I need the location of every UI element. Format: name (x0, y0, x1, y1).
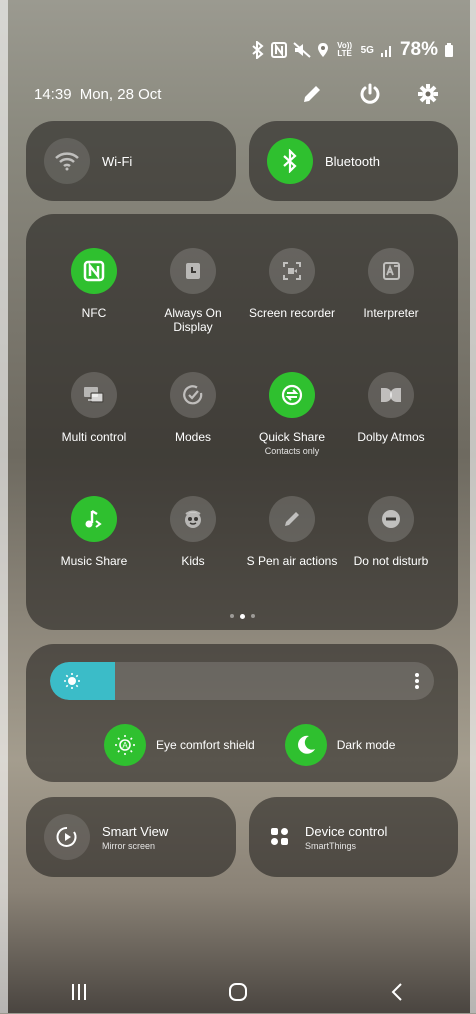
tile-label: Do not disturb (353, 554, 429, 568)
smart-view-text: Smart View Mirror screen (90, 824, 168, 851)
back-button[interactable] (377, 977, 417, 1007)
tile-dolby-atmos[interactable]: Dolby Atmos (341, 372, 441, 444)
moon-icon (284, 724, 327, 766)
tile-label: Interpreter (363, 306, 419, 320)
page-indicator[interactable] (26, 613, 458, 619)
tile-label: Quick Share (258, 430, 326, 444)
device-control-sublabel: SmartThings (305, 840, 357, 851)
display-toggles: A Eye comfort shield Dark mode (104, 724, 395, 766)
wifi-label: Wi-Fi (102, 153, 133, 169)
nfc-icon (71, 248, 117, 294)
tile-label: Modes (174, 430, 212, 444)
tile-screen-recorder[interactable]: Screen recorder (242, 248, 342, 320)
page-dot (229, 614, 234, 618)
screen-edge-right (470, 0, 476, 1013)
more-options-icon[interactable] (414, 671, 420, 691)
network-5g-icon: 5G (360, 44, 374, 56)
tile-s-pen-air-actions[interactable]: S Pen air actions (242, 496, 342, 568)
dolby-icon (368, 372, 414, 418)
tile-label: Music Share (60, 554, 128, 568)
battery-icon (444, 42, 454, 58)
tile-label: Dolby Atmos (357, 430, 425, 444)
quick-settings-grid: NFC Always On Display Screen recorder In… (26, 214, 458, 630)
interpreter-icon (368, 248, 414, 294)
tile-always-on-display[interactable]: Always On Display (143, 248, 243, 334)
quick-panel: Vo)) LTE 5G 78% 14:39 Mon, 28 Oct Wi-Fi … (0, 0, 476, 1013)
smart-view-label: Smart View (102, 823, 169, 839)
do-not-disturb-icon (368, 496, 414, 542)
brightness-level (50, 662, 116, 700)
page-dot-active (239, 613, 245, 619)
quick-share-icon (269, 372, 315, 418)
tile-modes[interactable]: Modes (143, 372, 243, 444)
tile-multi-control[interactable]: Multi control (44, 372, 144, 444)
kids-icon (170, 496, 216, 542)
toggle-label: Eye comfort shield (156, 738, 255, 752)
tile-music-share[interactable]: Music Share (44, 496, 144, 568)
tile-label: NFC (81, 306, 107, 320)
tile-label: Multi control (61, 430, 127, 444)
screen-recorder-icon (269, 248, 315, 294)
tile-do-not-disturb[interactable]: Do not disturb (341, 496, 441, 568)
nfc-icon (270, 42, 287, 58)
header-actions (300, 82, 440, 106)
page-dot (250, 614, 255, 618)
clock-icon (170, 248, 216, 294)
volte-icon: Vo)) LTE (337, 41, 353, 58)
power-icon[interactable] (358, 82, 382, 106)
tile-nfc[interactable]: NFC (44, 248, 144, 320)
smart-view-sublabel: Mirror screen (102, 840, 156, 851)
mute-icon (292, 42, 311, 58)
settings-icon[interactable] (416, 82, 440, 106)
device-control-icon (267, 814, 293, 860)
device-control-label: Device control (305, 823, 388, 839)
bluetooth-icon (251, 41, 265, 59)
edit-icon[interactable] (300, 82, 324, 106)
music-share-icon (71, 496, 117, 542)
dark-mode-toggle[interactable]: Dark mode (284, 724, 396, 766)
tile-quick-share[interactable]: Quick Share Contacts only (242, 372, 342, 456)
wifi-tile[interactable]: Wi-Fi (26, 121, 236, 201)
tile-label: S Pen air actions (246, 554, 338, 568)
bluetooth-icon (267, 138, 313, 184)
signal-icon (380, 43, 394, 57)
tile-kids[interactable]: Kids (143, 496, 243, 568)
status-bar: Vo)) LTE 5G 78% (251, 38, 454, 62)
brightness-slider[interactable] (50, 662, 434, 700)
recents-button[interactable] (59, 977, 99, 1007)
smart-view-icon (44, 814, 90, 860)
toggle-label: Dark mode (336, 738, 396, 752)
date: Mon, 28 Oct (79, 86, 162, 103)
sun-icon (63, 672, 81, 690)
svg-text:A: A (122, 741, 128, 750)
tile-label: Screen recorder (248, 306, 336, 320)
home-button[interactable] (218, 977, 258, 1007)
s-pen-icon (269, 496, 315, 542)
smart-view-tile[interactable]: Smart View Mirror screen (26, 797, 236, 877)
location-icon (317, 42, 329, 58)
wifi-icon (44, 138, 90, 184)
navigation-bar (0, 970, 476, 1014)
battery-percent: 78% (399, 39, 438, 60)
multi-control-icon (71, 372, 117, 418)
device-control-tile[interactable]: Device control SmartThings (249, 797, 458, 877)
tile-label: Kids (181, 554, 205, 568)
bluetooth-tile[interactable]: Bluetooth (249, 121, 458, 201)
clock: 14:39 (34, 86, 72, 103)
modes-icon (170, 372, 216, 418)
tile-sublabel: Contacts only (264, 446, 320, 456)
tile-interpreter[interactable]: Interpreter (341, 248, 441, 320)
date-time: 14:39 Mon, 28 Oct (34, 86, 161, 103)
screen-edge-left (0, 0, 8, 1013)
eye-comfort-icon: A (104, 724, 146, 766)
brightness-card: A Eye comfort shield Dark mode (26, 644, 458, 782)
device-control-text: Device control SmartThings (293, 824, 387, 851)
bluetooth-label: Bluetooth (325, 153, 380, 169)
tile-label: Always On Display (164, 306, 222, 334)
eye-comfort-shield-toggle[interactable]: A Eye comfort shield (104, 724, 255, 766)
